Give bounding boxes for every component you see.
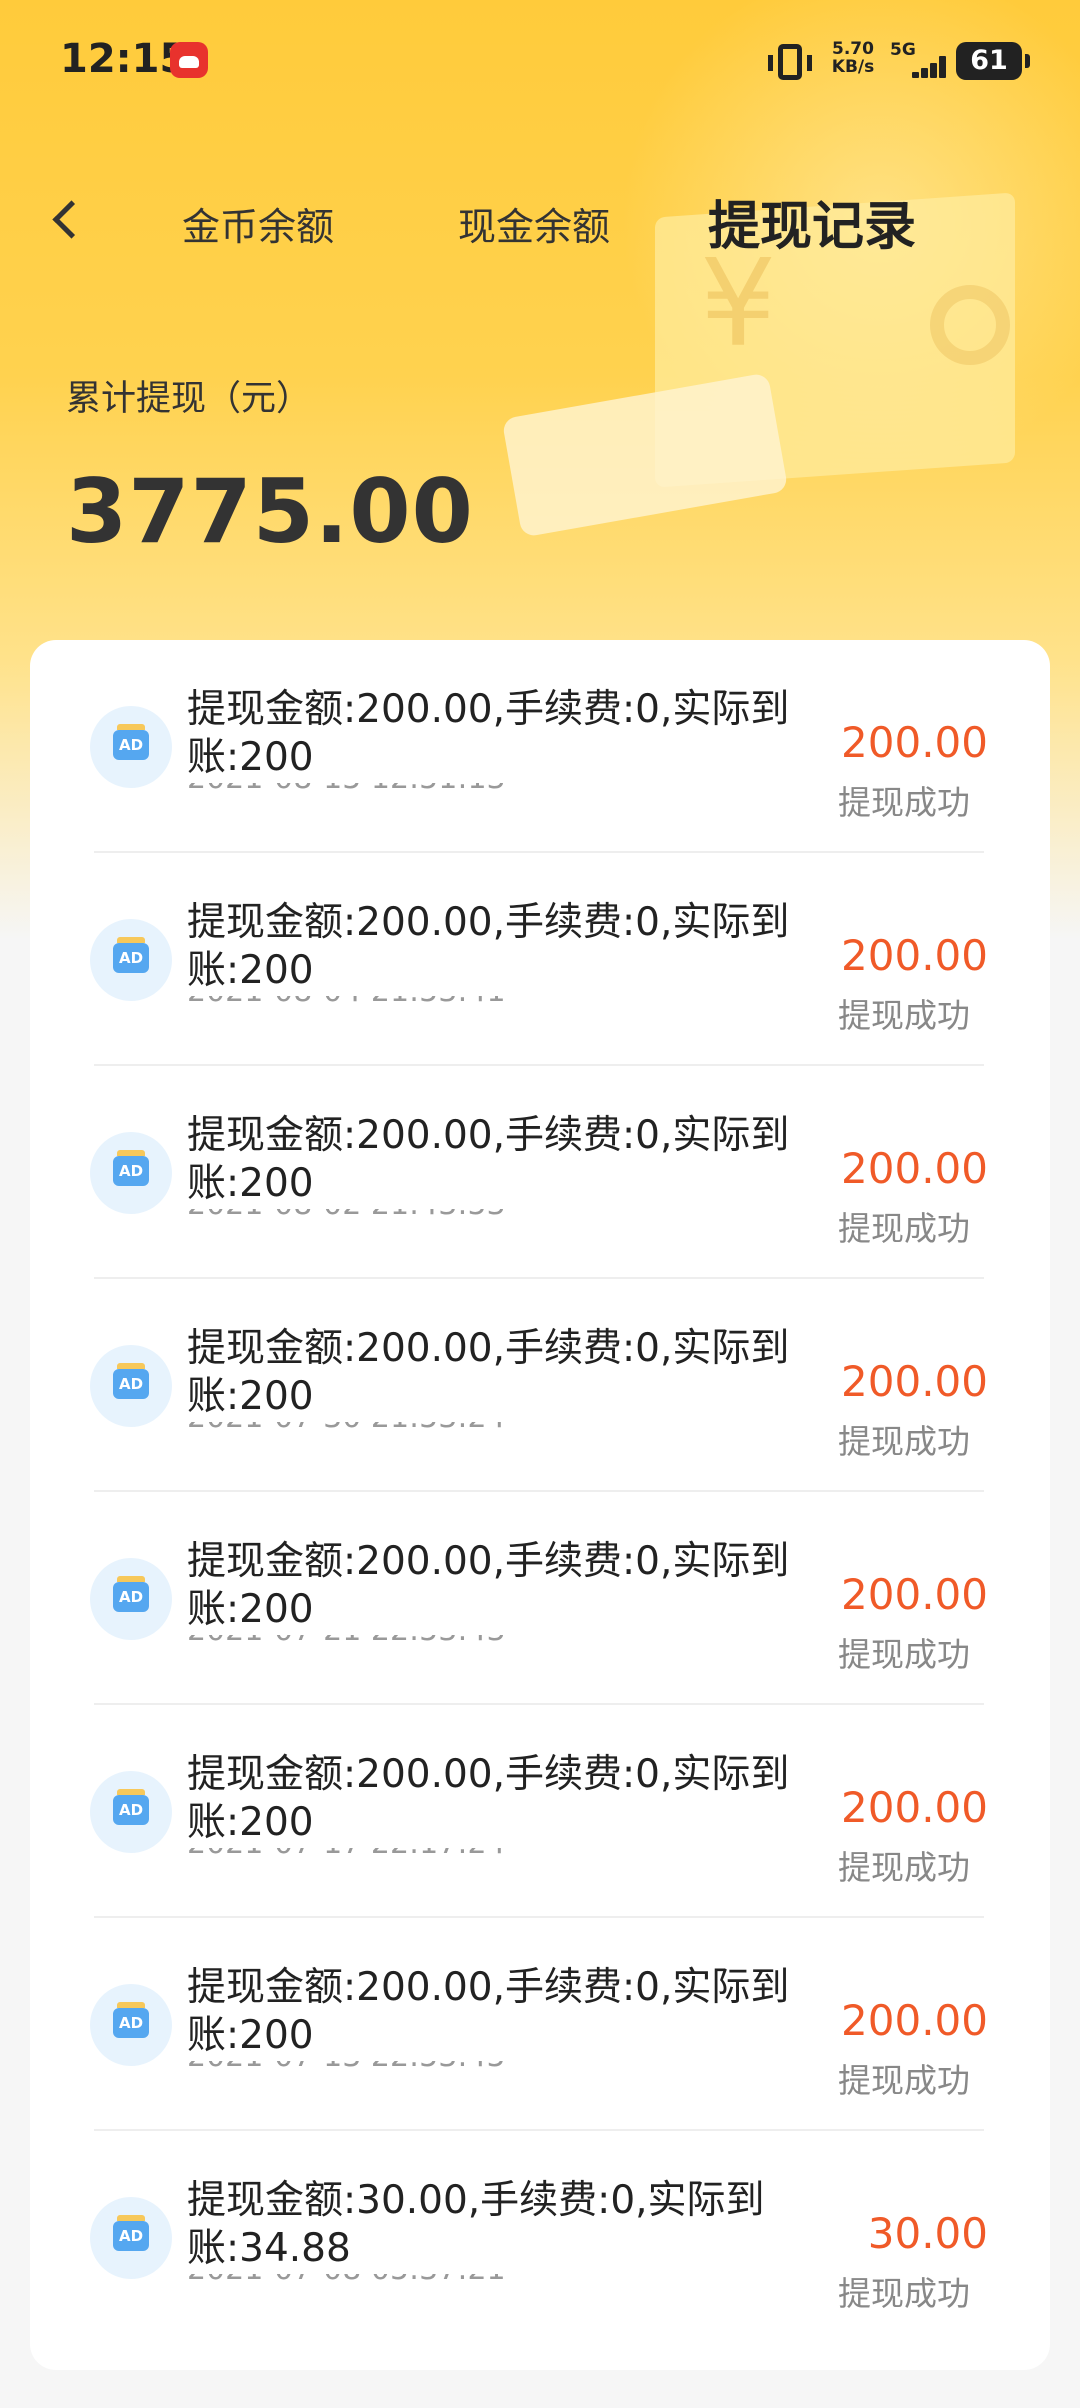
receipt-illustration bbox=[501, 372, 789, 538]
record-amount: 200.00 bbox=[841, 1783, 988, 1832]
ad-icon: AD bbox=[90, 1132, 172, 1214]
record-title: 提现金额:200.00,手续费:0,实际到账:200 bbox=[187, 1539, 790, 1632]
record-status: 提现成功 bbox=[838, 2061, 970, 2100]
battery-icon: 61 bbox=[956, 42, 1030, 80]
app-notification-icon bbox=[170, 42, 208, 78]
records-list: AD 提现金额:200.00,手续费:0,实际到账:200 2021-08-15… bbox=[30, 640, 1050, 2370]
record-status: 提现成功 bbox=[838, 2274, 970, 2313]
ad-icon: AD bbox=[90, 706, 172, 788]
record-amount: 200.00 bbox=[841, 718, 988, 767]
record-status: 提现成功 bbox=[838, 1209, 970, 1248]
ad-icon: AD bbox=[90, 1558, 172, 1640]
record-status: 提现成功 bbox=[838, 1848, 970, 1887]
withdraw-records-page: ¥ 12:15 5.70 KB/s 5G 61 金币余额 现金余额 提现记录 累… bbox=[0, 0, 1080, 2408]
record-amount: 30.00 bbox=[867, 2209, 988, 2258]
safe-lock-illustration bbox=[930, 285, 1010, 365]
record-title: 提现金额:200.00,手续费:0,实际到账:200 bbox=[187, 1752, 790, 1845]
record-row[interactable]: AD 提现金额:200.00,手续费:0,实际到账:200 2021-08-02… bbox=[30, 1066, 1050, 1279]
record-title: 提现金额:200.00,手续费:0,实际到账:200 bbox=[187, 1326, 790, 1419]
record-row[interactable]: AD 提现金额:200.00,手续费:0,实际到账:200 2021-07-17… bbox=[30, 1705, 1050, 1918]
record-time: 2021-07-17 22:17:24 bbox=[187, 1848, 587, 1865]
tab-cash-balance[interactable]: 现金余额 bbox=[458, 196, 610, 251]
tab-coin-balance[interactable]: 金币余额 bbox=[182, 196, 334, 251]
record-row[interactable]: AD 提现金额:30.00,手续费:0,实际到账:34.88 2021-07-0… bbox=[30, 2131, 1050, 2344]
signal-icon bbox=[906, 56, 948, 78]
record-title: 提现金额:200.00,手续费:0,实际到账:200 bbox=[187, 1113, 790, 1206]
record-title: 提现金额:200.00,手续费:0,实际到账:200 bbox=[187, 687, 790, 780]
record-status: 提现成功 bbox=[838, 1422, 970, 1461]
record-amount: 200.00 bbox=[841, 1357, 988, 1406]
record-amount: 200.00 bbox=[841, 931, 988, 980]
record-amount: 200.00 bbox=[841, 1144, 988, 1193]
record-status: 提现成功 bbox=[838, 996, 970, 1035]
network-speed-unit: KB/s bbox=[831, 57, 875, 77]
record-time: 2021-08-04 21:53:41 bbox=[187, 996, 587, 1013]
status-time: 12:15 bbox=[60, 36, 188, 82]
total-withdraw-label: 累计提现（元） bbox=[66, 379, 312, 419]
record-row[interactable]: AD 提现金额:200.00,手续费:0,实际到账:200 2021-07-21… bbox=[30, 1492, 1050, 1705]
network-speed-value: 5.70 bbox=[832, 39, 874, 59]
vibrate-icon bbox=[768, 44, 812, 80]
record-time: 2021-07-30 21:53:24 bbox=[187, 1422, 587, 1439]
network-speed: 5.70 KB/s bbox=[828, 40, 878, 76]
back-button[interactable] bbox=[42, 190, 92, 250]
ad-icon: AD bbox=[90, 919, 172, 1001]
record-status: 提现成功 bbox=[838, 783, 970, 822]
record-amount: 200.00 bbox=[841, 1570, 988, 1619]
record-title: 提现金额:30.00,手续费:0,实际到账:34.88 bbox=[187, 2178, 765, 2271]
record-status: 提现成功 bbox=[838, 1635, 970, 1674]
record-row[interactable]: AD 提现金额:200.00,手续费:0,实际到账:200 2021-07-13… bbox=[30, 1918, 1050, 2131]
record-row[interactable]: AD 提现金额:200.00,手续费:0,实际到账:200 2021-07-30… bbox=[30, 1279, 1050, 1492]
ad-icon: AD bbox=[90, 2197, 172, 2279]
record-time: 2021-08-02 21:43:53 bbox=[187, 1209, 587, 1226]
tab-withdraw-records[interactable]: 提现记录 bbox=[708, 184, 916, 259]
record-row[interactable]: AD 提现金额:200.00,手续费:0,实际到账:200 2021-08-04… bbox=[30, 853, 1050, 1066]
record-time: 2021-07-13 22:53:45 bbox=[187, 2061, 587, 2078]
ad-icon: AD bbox=[90, 1345, 172, 1427]
total-withdraw-value: 3775.00 bbox=[66, 460, 474, 563]
record-time: 2021-08-15 12:51:13 bbox=[187, 783, 587, 800]
record-time: 2021-07-21 22:53:43 bbox=[187, 1635, 587, 1652]
record-title: 提现金额:200.00,手续费:0,实际到账:200 bbox=[187, 900, 790, 993]
status-bar: 12:15 5.70 KB/s 5G 61 bbox=[0, 0, 1080, 120]
record-time: 2021-07-08 05:37:21 bbox=[187, 2274, 587, 2291]
record-title: 提现金额:200.00,手续费:0,实际到账:200 bbox=[187, 1965, 790, 2058]
record-amount: 200.00 bbox=[841, 1996, 988, 2045]
record-row[interactable]: AD 提现金额:200.00,手续费:0,实际到账:200 2021-08-15… bbox=[30, 640, 1050, 853]
ad-icon: AD bbox=[90, 1984, 172, 2066]
ad-icon: AD bbox=[90, 1771, 172, 1853]
